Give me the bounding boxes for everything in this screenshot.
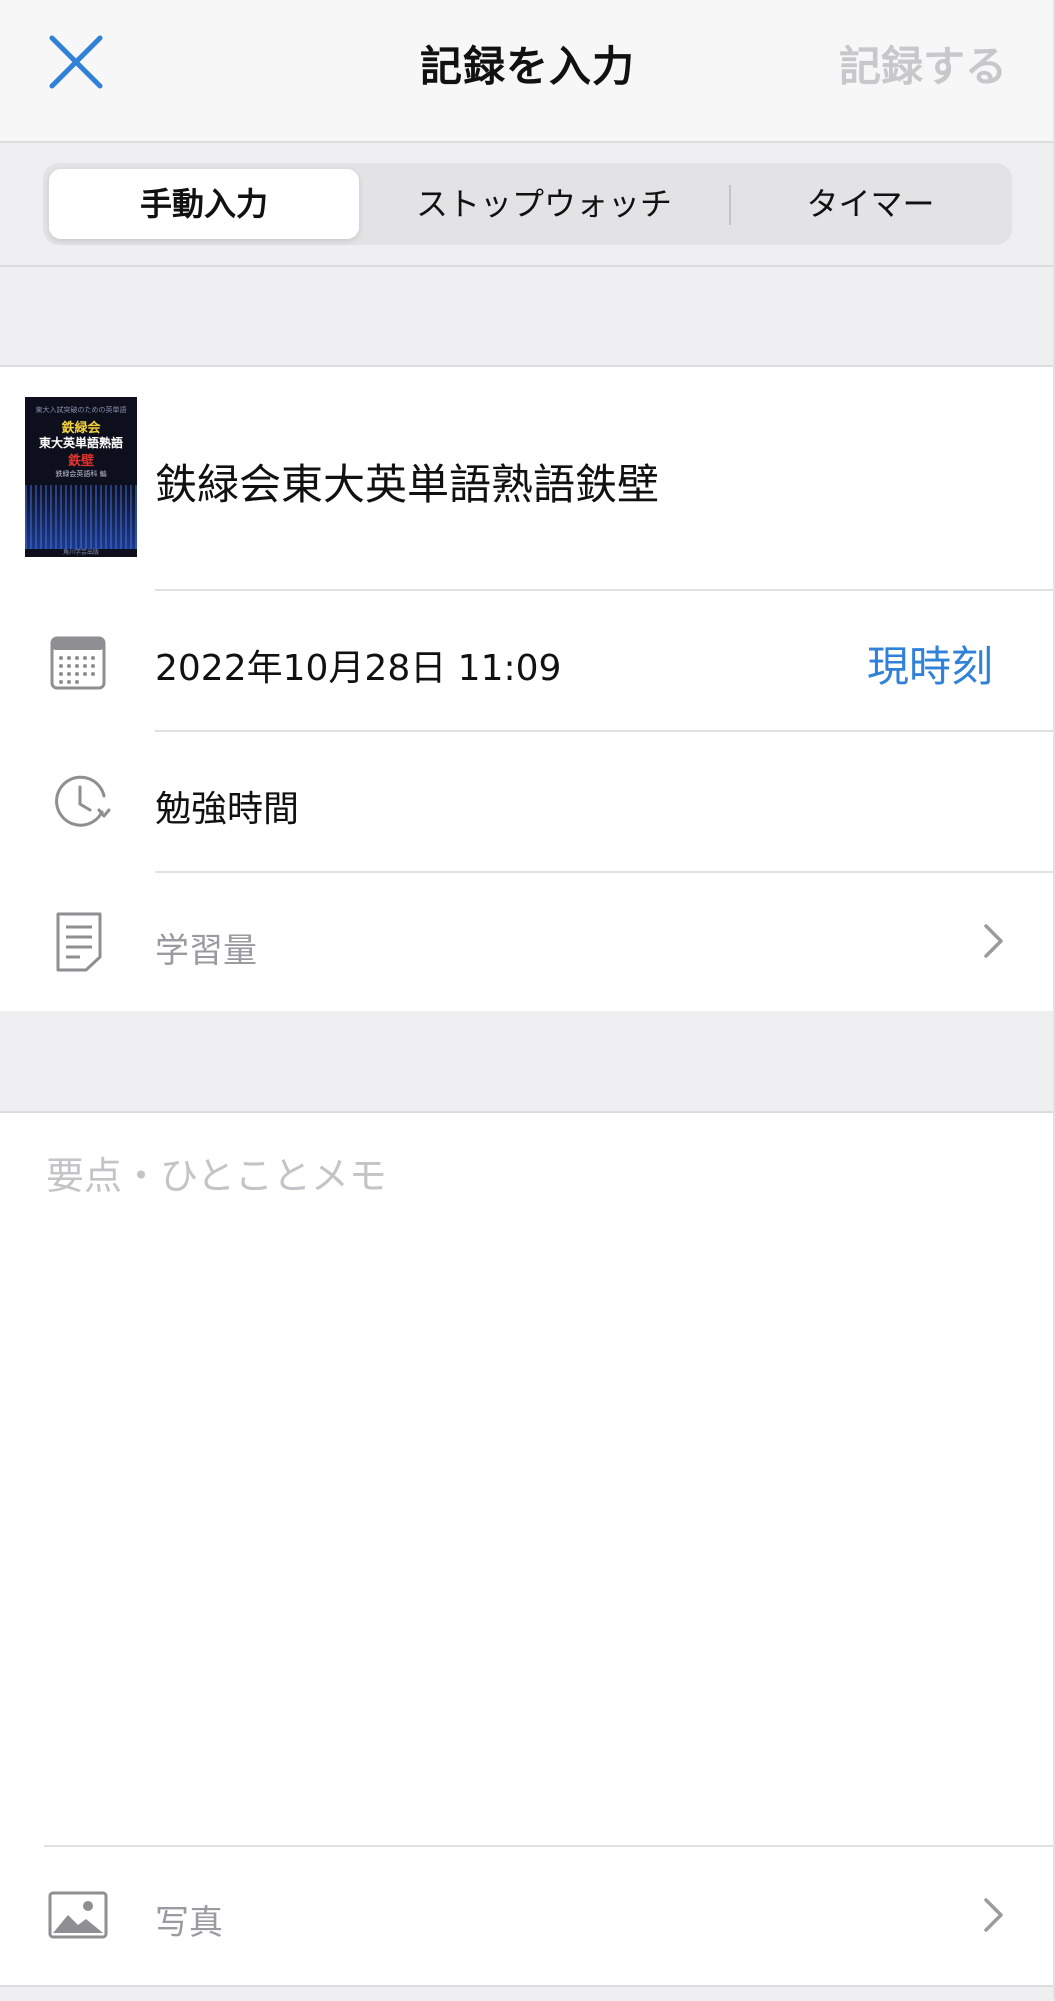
section-spacer: [0, 267, 1055, 365]
navigation-bar: 記録を入力 記録する: [0, 0, 1055, 143]
cover-pattern: [25, 485, 137, 549]
image-icon: [48, 1891, 108, 1939]
memo-textarea[interactable]: [44, 1143, 1008, 1827]
study-amount-row[interactable]: 学習量: [0, 873, 1055, 1011]
datetime-value[interactable]: 2022年10月28日 11:09: [155, 639, 561, 691]
date-row[interactable]: 2022年10月28日 11:09 現時刻: [0, 591, 1055, 732]
mode-segmented-control: 手動入力 ストップウォッチ タイマー: [43, 163, 1012, 245]
segment-area: 手動入力 ストップウォッチ タイマー: [0, 143, 1055, 267]
clock-icon: [55, 775, 111, 827]
cover-line-2: 東大英単語熟語: [38, 436, 123, 450]
cover-author: 鉄緑会英語科 編: [55, 470, 107, 478]
book-row[interactable]: 東大入試突破のための英単語 鉄緑会 東大英単語熟語 鉄壁 鉄緑会英語科 編 角川…: [0, 367, 1055, 591]
section-spacer: [0, 1011, 1055, 1111]
record-entry-screen: 記録を入力 記録する 手動入力 ストップウォッチ タイマー 東大入試突破のための…: [0, 0, 1055, 2001]
study-time-row[interactable]: 勉強時間: [0, 732, 1055, 873]
document-icon: [56, 912, 102, 972]
calendar-icon: [50, 636, 106, 690]
chevron-right-icon[interactable]: [981, 1895, 1007, 1935]
book-cover-image: 東大入試突破のための英単語 鉄緑会 東大英単語熟語 鉄壁 鉄緑会英語科 編 角川…: [25, 397, 137, 557]
save-button[interactable]: 記録する: [839, 33, 1007, 94]
cover-subtitle: 東大入試突破のための英単語: [35, 406, 127, 414]
tab-stopwatch[interactable]: ストップウォッチ: [363, 163, 725, 245]
cover-publisher: 角川学芸出版: [62, 549, 99, 556]
segment-divider: [729, 185, 731, 225]
study-time-label: 勉強時間: [155, 789, 300, 830]
study-amount-placeholder: 学習量: [155, 931, 257, 971]
tab-manual-input[interactable]: 手動入力: [49, 169, 359, 239]
record-details-list: 東大入試突破のための英単語 鉄緑会 東大英単語熟語 鉄壁 鉄緑会英語科 編 角川…: [0, 365, 1055, 1013]
book-title: 鉄緑会東大英単語熟語鉄壁: [155, 460, 660, 509]
current-time-button[interactable]: 現時刻: [867, 633, 993, 694]
photo-label: 写真: [155, 1903, 223, 1943]
memo-section: [0, 1111, 1055, 1848]
tab-timer[interactable]: タイマー: [733, 163, 1008, 245]
chevron-right-icon[interactable]: [981, 921, 1007, 961]
photo-row[interactable]: 写真: [0, 1847, 1055, 1987]
cover-line-3: 鉄壁: [67, 454, 94, 469]
